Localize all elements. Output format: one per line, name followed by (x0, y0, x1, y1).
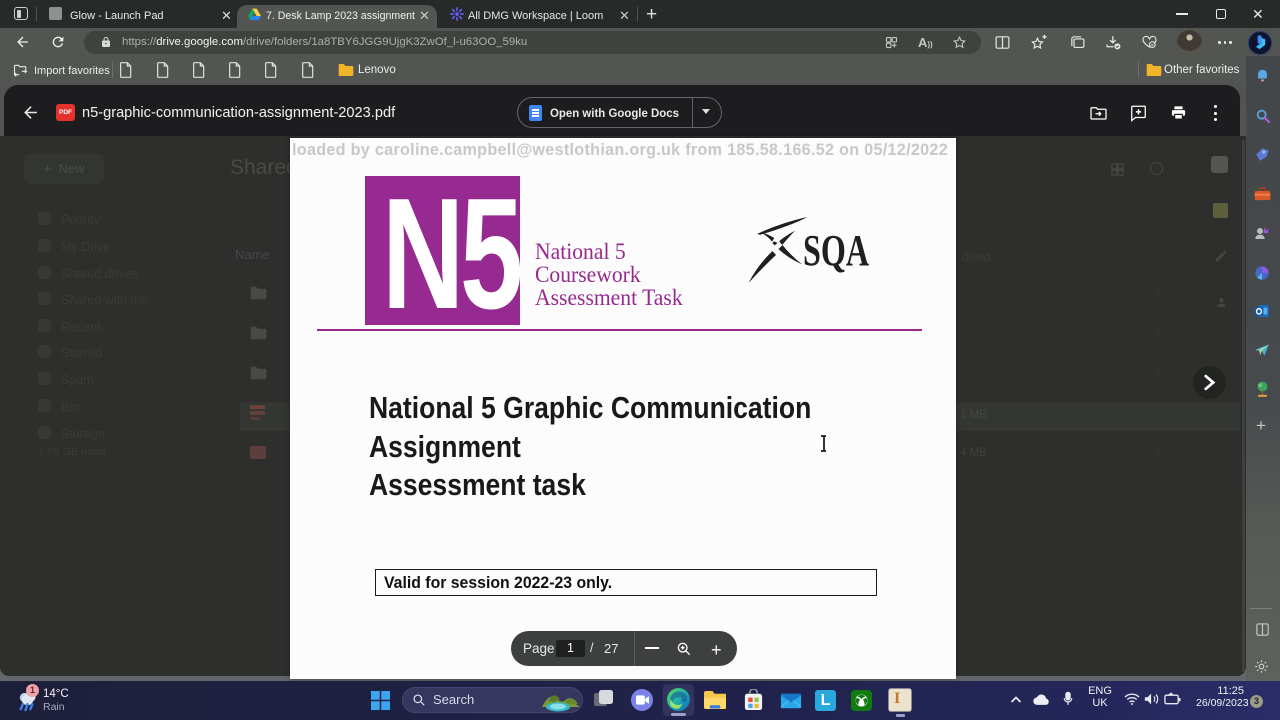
svg-text:SQA: SQA (803, 227, 869, 275)
